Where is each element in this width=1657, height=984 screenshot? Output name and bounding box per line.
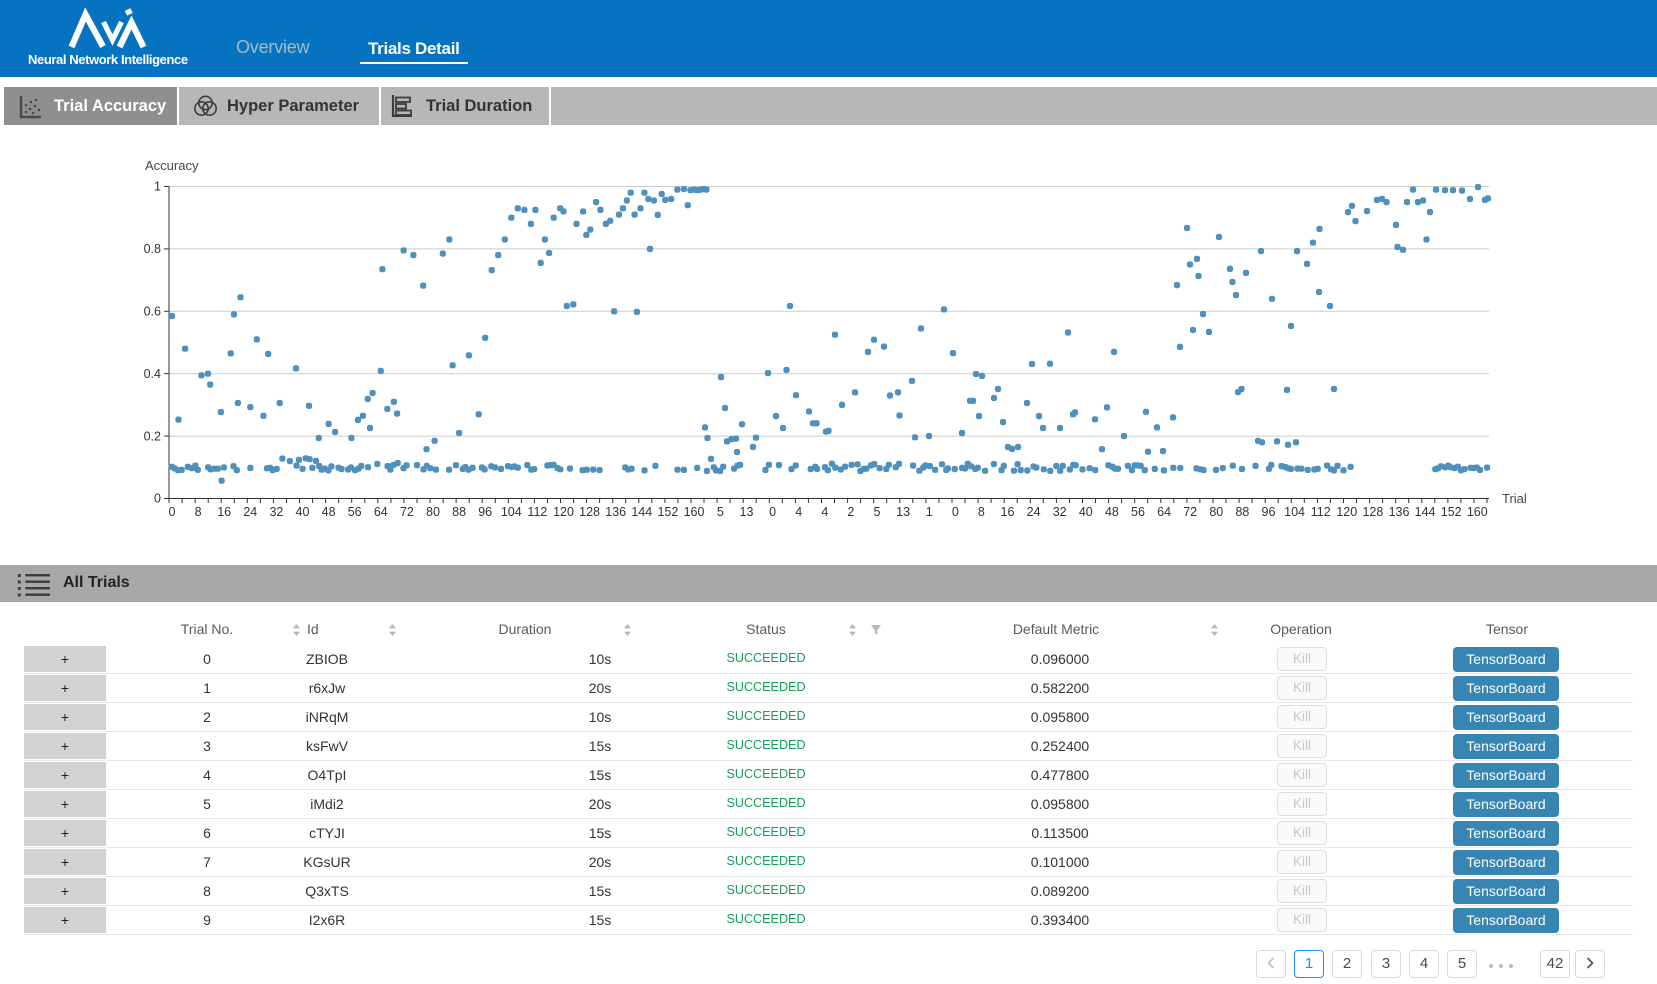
svg-text:96: 96 [478,505,492,519]
svg-text:24: 24 [1027,505,1041,519]
svg-text:136: 136 [605,505,626,519]
svg-text:152: 152 [657,505,678,519]
svg-text:72: 72 [1183,505,1197,519]
svg-text:104: 104 [1284,505,1305,519]
svg-text:0: 0 [769,505,776,519]
svg-text:56: 56 [1131,505,1145,519]
svg-text:152: 152 [1441,505,1462,519]
svg-text:8: 8 [195,505,202,519]
svg-text:16: 16 [1001,505,1015,519]
svg-text:16: 16 [217,505,231,519]
svg-text:1: 1 [154,180,161,194]
svg-text:1: 1 [926,505,933,519]
svg-text:0.2: 0.2 [144,429,161,443]
svg-text:160: 160 [684,505,705,519]
svg-text:13: 13 [896,505,910,519]
svg-text:2: 2 [847,505,854,519]
svg-text:Trial: Trial [1502,491,1527,506]
svg-text:0.8: 0.8 [144,242,161,256]
svg-text:96: 96 [1262,505,1276,519]
svg-text:112: 112 [527,505,547,519]
svg-text:88: 88 [452,505,466,519]
svg-text:0.4: 0.4 [144,367,161,381]
svg-text:8: 8 [978,505,985,519]
svg-text:0.6: 0.6 [144,305,161,319]
svg-text:56: 56 [348,505,362,519]
svg-text:0: 0 [154,492,161,506]
svg-text:160: 160 [1467,505,1488,519]
svg-text:120: 120 [553,505,574,519]
svg-text:72: 72 [400,505,414,519]
svg-text:120: 120 [1336,505,1357,519]
svg-text:5: 5 [717,505,724,519]
svg-text:80: 80 [426,505,440,519]
svg-text:4: 4 [821,505,828,519]
svg-text:144: 144 [631,505,652,519]
svg-text:144: 144 [1415,505,1436,519]
svg-text:Accuracy: Accuracy [145,158,199,173]
svg-text:80: 80 [1209,505,1223,519]
svg-text:88: 88 [1235,505,1249,519]
svg-text:48: 48 [1105,505,1119,519]
svg-text:104: 104 [501,505,522,519]
svg-text:40: 40 [296,505,310,519]
svg-text:13: 13 [740,505,754,519]
svg-text:112: 112 [1311,505,1331,519]
svg-text:4: 4 [795,505,802,519]
svg-text:0: 0 [169,505,176,519]
svg-text:48: 48 [322,505,336,519]
svg-text:24: 24 [243,505,257,519]
svg-text:128: 128 [1362,505,1383,519]
svg-text:64: 64 [374,505,388,519]
svg-text:0: 0 [952,505,959,519]
svg-text:136: 136 [1389,505,1410,519]
svg-text:5: 5 [874,505,881,519]
svg-text:128: 128 [579,505,600,519]
svg-text:32: 32 [1053,505,1067,519]
svg-text:64: 64 [1157,505,1171,519]
svg-text:40: 40 [1079,505,1093,519]
svg-text:32: 32 [269,505,283,519]
